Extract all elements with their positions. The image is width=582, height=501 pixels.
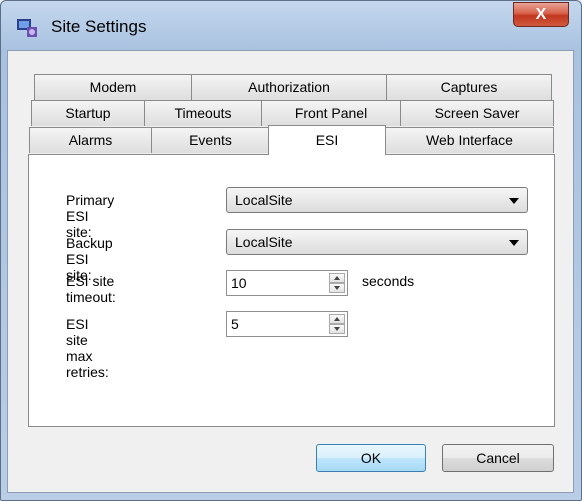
tab-alarms[interactable]: Alarms: [29, 127, 152, 153]
spin-up-icon[interactable]: [329, 273, 345, 283]
esi-timeout-unit: seconds: [362, 273, 415, 289]
chevron-down-icon: [509, 198, 519, 204]
spin-down-icon[interactable]: [329, 283, 345, 293]
primary-esi-value: LocalSite: [235, 192, 293, 208]
spin-down-icon[interactable]: [329, 324, 345, 334]
tab-events[interactable]: Events: [151, 127, 270, 153]
cancel-button[interactable]: Cancel: [442, 444, 554, 472]
backup-esi-value: LocalSite: [235, 234, 293, 250]
tab-web-interface[interactable]: Web Interface: [385, 127, 554, 153]
tab-modem[interactable]: Modem: [34, 74, 192, 100]
tab-captures[interactable]: Captures: [386, 74, 552, 100]
close-icon: X: [535, 6, 547, 23]
tab-timeouts[interactable]: Timeouts: [144, 100, 262, 126]
tab-screen-saver[interactable]: Screen Saver: [400, 100, 554, 126]
window-title: Site Settings: [51, 17, 147, 36]
title-bar[interactable]: Site Settings X: [1, 1, 581, 51]
chevron-down-icon: [509, 240, 519, 246]
tab-startup[interactable]: Startup: [31, 100, 145, 126]
backup-esi-select[interactable]: LocalSite: [226, 229, 528, 255]
esi-timeout-stepper[interactable]: 10: [226, 270, 348, 296]
esi-timeout-value[interactable]: 10: [231, 275, 247, 291]
primary-esi-select[interactable]: LocalSite: [226, 187, 528, 213]
spin-buttons: [329, 314, 345, 334]
spin-buttons: [329, 273, 345, 293]
tab-authorization[interactable]: Authorization: [191, 74, 387, 100]
ok-button[interactable]: OK: [316, 444, 426, 472]
esi-timeout-label: ESI site timeout:: [66, 273, 116, 305]
spin-up-icon[interactable]: [329, 314, 345, 324]
app-settings-icon[interactable]: [17, 19, 39, 39]
primary-esi-label: Primary ESI site:: [66, 192, 115, 240]
esi-retries-label: ESI site max retries:: [66, 316, 109, 380]
esi-retries-stepper[interactable]: 5: [226, 311, 348, 337]
esi-retries-value[interactable]: 5: [231, 316, 239, 332]
tab-esi[interactable]: ESI: [268, 125, 386, 155]
close-button[interactable]: X: [513, 2, 569, 27]
tab-front-panel[interactable]: Front Panel: [261, 100, 401, 126]
